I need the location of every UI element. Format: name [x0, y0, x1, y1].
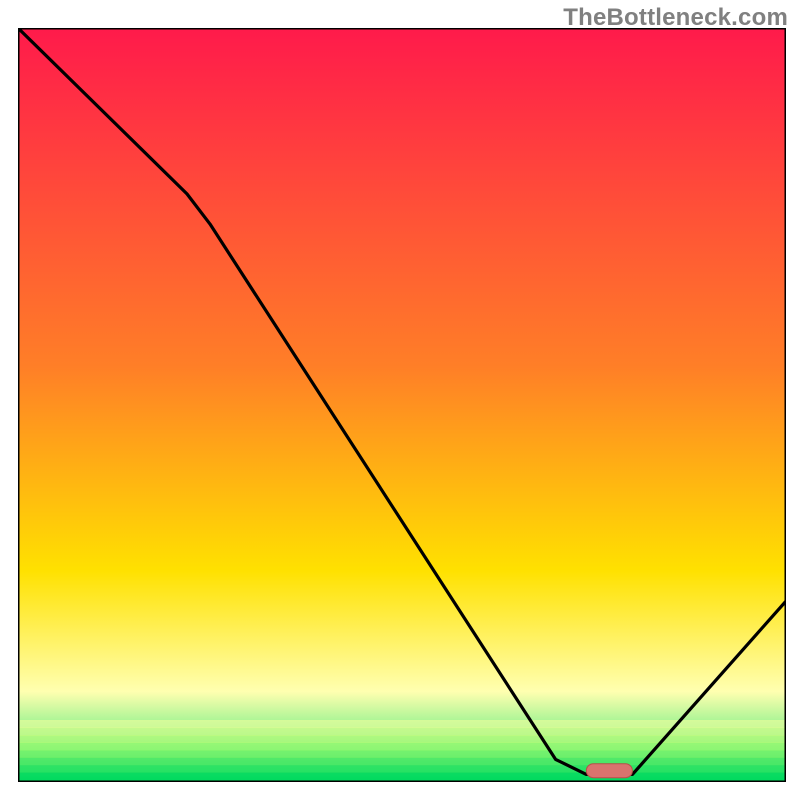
watermark-text: TheBottleneck.com — [563, 4, 788, 32]
plot-area — [18, 28, 786, 782]
optimal-marker — [586, 764, 632, 778]
bottleneck-chart — [18, 28, 786, 782]
chart-container: TheBottleneck.com — [0, 0, 800, 800]
